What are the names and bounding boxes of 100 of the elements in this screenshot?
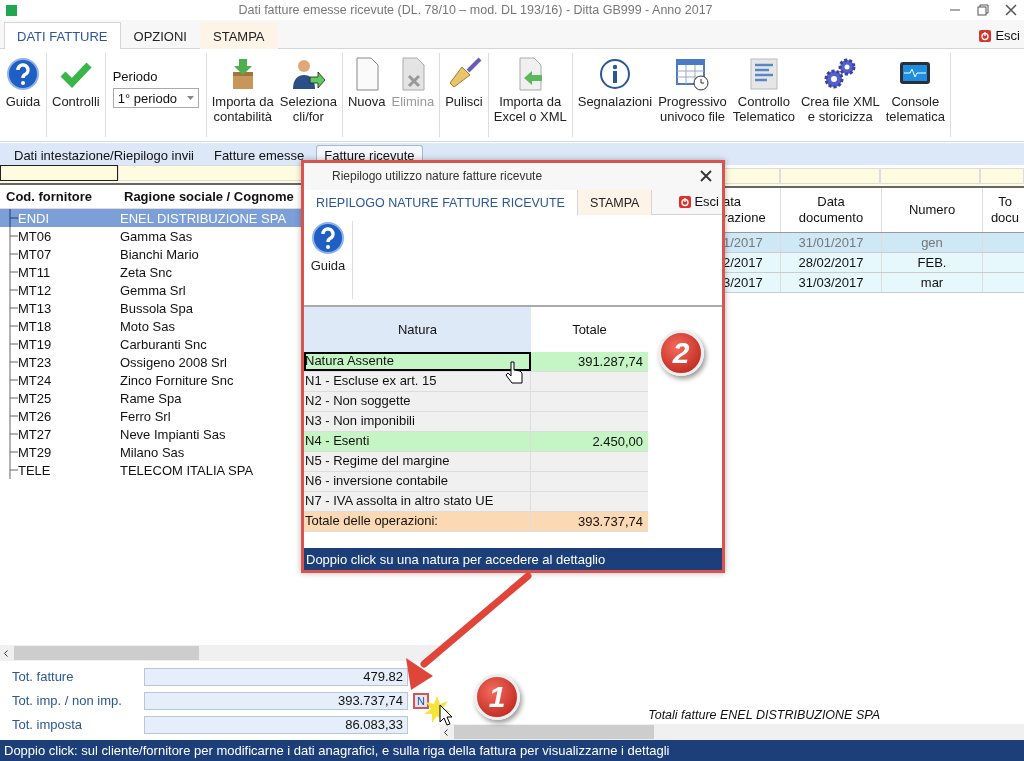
supplier-name: Carburanti Snc <box>120 336 207 352</box>
tree-line-icon <box>9 353 18 371</box>
power-icon <box>679 195 692 208</box>
invoice-row[interactable]: 1/2017 31/01/2017 gen <box>723 233 1024 253</box>
nature-cell: N5 - Regime del margine <box>304 452 531 471</box>
toolbar-button[interactable]: Crea file XML e storicizza <box>798 57 882 124</box>
toolbar-button[interactable]: Console telematica <box>883 57 947 124</box>
toolbar-button[interactable]: Pulisci <box>443 57 485 109</box>
supplier-name: Bussola Spa <box>120 300 193 316</box>
close-icon[interactable] <box>700 170 712 182</box>
invoice-row[interactable]: 3/2017 31/03/2017 mar <box>723 273 1024 293</box>
restore-icon[interactable] <box>976 3 990 17</box>
supplier-code: MT27 <box>18 426 53 442</box>
toolbar-button[interactable]: Seleziona cli/for <box>277 57 339 124</box>
pointer-cursor-icon <box>439 704 453 726</box>
dialog-hint: Doppio click su una natura per accedere al dettaglio <box>304 548 722 570</box>
supplier-code: TELE <box>18 462 52 478</box>
supplier-code: MT11 <box>18 264 52 280</box>
nature-button[interactable]: N <box>413 692 429 709</box>
column-header[interactable]: Natura <box>304 307 531 352</box>
supplier-code: MT24 <box>18 372 53 388</box>
tree-line-icon <box>9 245 18 263</box>
nature-row[interactable]: N2 - Non soggette <box>304 392 648 412</box>
total-field: 86.083,33 <box>144 715 408 734</box>
toolbar-button[interactable]: Guida <box>3 57 43 109</box>
tree-line-icon <box>9 209 18 227</box>
nature-cell: N2 - Non soggette <box>304 392 531 411</box>
column-header[interactable]: Numero <box>882 188 983 232</box>
total-field: 393.737,74 <box>144 691 408 710</box>
nature-cell: N7 - IVA assolta in altro stato UE <box>304 492 531 511</box>
power-icon <box>979 29 992 42</box>
total-label: Tot. imposta <box>12 717 84 732</box>
nature-row[interactable]: Natura Assente 391.287,74 <box>304 352 648 372</box>
supplier-row[interactable]: MT12 Gemma Srl <box>0 281 440 299</box>
help-icon <box>310 221 346 255</box>
supplier-name: Moto Sas <box>120 318 175 334</box>
calendar-clock-icon <box>674 57 711 91</box>
horizontal-scrollbar[interactable] <box>440 724 1024 740</box>
supplier-code: MT06 <box>18 228 53 244</box>
exit-button[interactable]: Esci <box>975 28 1024 48</box>
toolbar-button[interactable]: Controlli <box>50 57 102 109</box>
supplier-name: Ossigeno 2008 Srl <box>120 354 227 370</box>
chevron-left-icon[interactable] <box>4 649 8 657</box>
supplier-code: MT19 <box>18 336 53 352</box>
dialog-tab[interactable]: STAMPA <box>577 190 653 215</box>
column-header[interactable]: Cod. fornitore <box>0 189 118 204</box>
toolbar-button[interactable]: Progressivo univoco file <box>656 57 729 124</box>
nature-cell: N4 - Esenti <box>304 432 531 451</box>
nature-row[interactable]: N5 - Regime del margine <box>304 452 648 472</box>
tree-line-icon <box>9 227 18 245</box>
supplier-name: Gemma Srl <box>120 282 186 298</box>
nature-row[interactable]: Totale delle operazioni: 393.737,74 <box>304 512 648 532</box>
supplier-name: Rame Spa <box>120 390 182 406</box>
supplier-name: Bianchi Mario <box>120 246 199 262</box>
ribbon-tab[interactable]: OPZIONI <box>120 22 200 49</box>
toolbar-button[interactable]: Controllo Telematico <box>730 57 797 124</box>
supplier-name: Gamma Sas <box>120 228 193 244</box>
nature-cell: N3 - Non imponibili <box>304 412 531 431</box>
close-icon[interactable] <box>1004 3 1018 17</box>
supplier-name: Zinco Forniture Snc <box>120 372 234 388</box>
supplier-code: MT12 <box>18 282 53 298</box>
section-tab[interactable]: Fatture emesse <box>205 145 313 165</box>
supplier-name: Ferro Srl <box>120 408 171 424</box>
toolbar-button[interactable]: Importa da contabilità <box>209 57 276 124</box>
tree-line-icon <box>9 299 18 317</box>
supplier-name: Neve Impianti Sas <box>120 426 226 442</box>
total-field: 479.82 <box>144 667 408 686</box>
column-header[interactable]: Data documento <box>781 188 882 232</box>
chevron-left-icon[interactable] <box>444 728 448 736</box>
toolbar-button[interactable]: Importa da Excel o XML <box>491 57 569 124</box>
supplier-code: MT29 <box>18 444 53 460</box>
period-select[interactable]: 1° periodo <box>112 88 199 108</box>
tree-line-icon <box>9 281 18 299</box>
ribbon-tab[interactable]: DATI FATTURE <box>4 22 121 49</box>
section-tab[interactable]: Dati intestazione/Riepilogo invii <box>6 145 202 165</box>
ribbon-tab[interactable]: STAMPA <box>200 22 278 49</box>
tree-line-icon <box>9 425 18 443</box>
status-text: Doppio click: sul cliente/fornitore per modificarne i dati anagrafici, e sulla riga della fattura per visualizzarne i dettagli <box>4 743 670 758</box>
tree-line-icon <box>9 407 18 425</box>
dialog-tab[interactable]: RIEPILOGO NATURE FATTURE RICEVUTE <box>304 190 578 215</box>
nature-cell: N6 - inversione contabile <box>304 472 531 491</box>
nature-row[interactable]: N4 - Esenti 2.450,00 <box>304 432 648 452</box>
tree-line-icon <box>9 335 18 353</box>
window-title: Dati fatture emesse ricevute (DL. 78/10 – mod. DL 193/16) - Ditta GB999 - Anno 2017 <box>237 3 714 17</box>
tree-line-icon <box>9 371 18 389</box>
toolbar-button[interactable]: Nuova <box>345 57 388 109</box>
horizontal-scrollbar[interactable] <box>0 645 440 661</box>
filter-field[interactable] <box>0 165 118 181</box>
tree-line-icon <box>9 443 18 461</box>
nature-row[interactable]: N7 - IVA assolta in altro stato UE <box>304 492 648 512</box>
invoice-totals-caption: Totali fatture ENEL DISTRIBUZIONE SPA <box>648 708 880 722</box>
supplier-code: MT18 <box>18 318 53 334</box>
nature-row[interactable]: N1 - Escluse ex art. 15 <box>304 372 648 392</box>
invoice-row[interactable]: 2/2017 28/02/2017 FEB. <box>723 253 1024 273</box>
nature-row[interactable]: N6 - inversione contabile <box>304 472 648 492</box>
exit-button[interactable]: Esci <box>676 194 722 214</box>
column-header[interactable]: To docu <box>983 188 1024 232</box>
nature-row[interactable]: N3 - Non imponibili <box>304 412 648 432</box>
toolbar-button[interactable]: Segnalazioni <box>575 57 655 109</box>
period-label: Periodo <box>112 69 159 84</box>
